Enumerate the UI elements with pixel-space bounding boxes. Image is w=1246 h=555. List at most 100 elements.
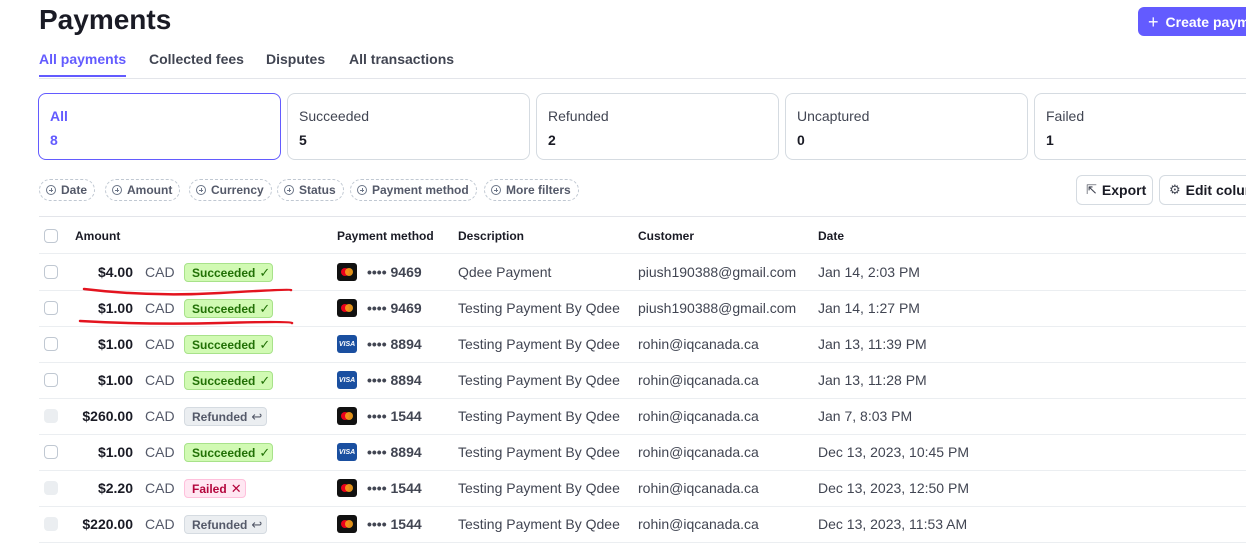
mastercard-icon — [337, 515, 357, 533]
plus-circle-icon — [491, 185, 501, 195]
status-label: Succeeded — [192, 445, 256, 460]
edit-columns-label: Edit columns — [1185, 182, 1246, 198]
table-row[interactable]: $1.00 CAD Succeeded ✓ VISA •••• 8894 Testing P… — [39, 362, 1246, 399]
card-last4: •••• 1544 — [367, 480, 422, 496]
refunded-icon: ↩ — [251, 516, 263, 532]
card-last4: •••• 1544 — [367, 408, 422, 424]
succeeded-icon: ✓ — [259, 444, 271, 460]
table-row[interactable]: $1.00 CAD Succeeded ✓ VISA •••• 8894 Testing P… — [39, 434, 1246, 471]
filter-more[interactable]: More filters — [484, 179, 579, 201]
select-all-checkbox[interactable] — [44, 229, 58, 243]
succeeded-icon: ✓ — [259, 264, 271, 280]
column-header-date[interactable]: Date — [818, 229, 844, 243]
status-label: Succeeded — [192, 301, 256, 316]
card-last4: •••• 9469 — [367, 264, 422, 280]
filter-amount[interactable]: Amount — [105, 179, 181, 201]
payment-date: Jan 7, 8:03 PM — [818, 408, 913, 424]
currency-code: CAD — [145, 444, 175, 460]
filter-label: Amount — [127, 183, 173, 197]
status-card-label: Refunded — [548, 108, 609, 124]
status-card-count: 0 — [797, 132, 805, 148]
status-card-failed[interactable]: Failed 1 — [1034, 93, 1246, 160]
failed-icon: ✕ — [230, 480, 242, 496]
status-card-count: 1 — [1046, 132, 1054, 148]
status-badge: Succeeded ✓ — [184, 263, 273, 282]
tab-all-transactions[interactable]: All transactions — [349, 51, 454, 75]
status-badge: Succeeded ✓ — [184, 371, 273, 390]
status-label: Succeeded — [192, 265, 256, 280]
column-header-amount[interactable]: Amount — [75, 229, 120, 243]
card-last4: •••• 8894 — [367, 372, 422, 388]
succeeded-icon: ✓ — [259, 372, 271, 388]
status-badge: Succeeded ✓ — [184, 443, 273, 462]
customer-email: piush190388@gmail.com — [638, 264, 797, 280]
status-badge: Refunded ↩ — [184, 407, 267, 426]
status-card-count: 5 — [299, 132, 307, 148]
status-label: Succeeded — [192, 373, 256, 388]
table-row[interactable]: $2.20 CAD Failed ✕ •••• 1544 Testing Payment … — [39, 470, 1246, 507]
tab-collected-fees[interactable]: Collected fees — [149, 51, 244, 75]
filter-status[interactable]: Status — [277, 179, 344, 201]
currency-code: CAD — [145, 264, 175, 280]
mastercard-icon — [337, 263, 357, 281]
status-badge: Succeeded ✓ — [184, 335, 273, 354]
customer-email: rohin@iqcanada.ca — [638, 444, 759, 460]
visa-card-icon: VISA — [337, 443, 357, 461]
column-header-description[interactable]: Description — [458, 229, 524, 243]
payment-date: Jan 13, 11:39 PM — [818, 336, 927, 352]
export-label: Export — [1101, 182, 1147, 198]
description-text: Testing Payment By Qdee — [458, 516, 620, 532]
customer-email: piush190388@gmail.com — [638, 300, 797, 316]
plus-circle-icon — [357, 185, 367, 195]
status-label: Refunded — [192, 517, 248, 532]
status-card-count: 2 — [548, 132, 556, 148]
status-card-label: Succeeded — [299, 108, 370, 124]
status-card-uncaptured[interactable]: Uncaptured 0 — [785, 93, 1028, 160]
tab-all-payments[interactable]: All payments — [39, 51, 127, 77]
plus-circle-icon — [46, 185, 56, 195]
filter-payment-method[interactable]: Payment method — [350, 179, 477, 201]
filter-date[interactable]: Date — [39, 179, 96, 201]
card-last4: •••• 8894 — [367, 336, 422, 352]
card-last4: •••• 1544 — [367, 516, 422, 532]
plus-circle-icon — [284, 185, 294, 195]
visa-card-icon: VISA — [337, 335, 357, 353]
amount-value: $1.00 — [97, 372, 133, 388]
column-header-customer[interactable]: Customer — [638, 229, 694, 243]
edit-columns-button[interactable]: ⚙ Edit columns — [1159, 175, 1246, 205]
export-button[interactable]: ⇱ Export — [1076, 175, 1153, 205]
customer-email: rohin@iqcanada.ca — [638, 480, 759, 496]
description-text: Testing Payment By Qdee — [458, 480, 620, 496]
filter-label: More filters — [506, 183, 571, 197]
currency-code: CAD — [145, 372, 175, 388]
customer-email: rohin@iqcanada.ca — [638, 372, 759, 388]
column-header-payment-method[interactable]: Payment method — [337, 229, 434, 243]
payment-date: Jan 13, 11:28 PM — [818, 372, 927, 388]
plus-circle-icon — [112, 185, 122, 195]
table-row[interactable]: $4.00 CAD Succeeded ✓ •••• 9469 Qdee Payment p… — [39, 254, 1246, 291]
status-card-all[interactable]: All 8 — [38, 93, 281, 160]
mastercard-icon — [337, 479, 357, 497]
payment-date: Dec 13, 2023, 10:45 PM — [818, 444, 969, 460]
table-row[interactable]: $260.00 CAD Refunded ↩ •••• 1544 Testing Paym… — [39, 398, 1246, 435]
table-row[interactable]: $220.00 CAD Refunded ↩ •••• 1544 Testing Paym… — [39, 506, 1246, 543]
create-payment-button[interactable]: + Create payment — [1138, 7, 1246, 36]
status-card-refunded[interactable]: Refunded 2 — [536, 93, 779, 160]
payment-date: Dec 13, 2023, 12:50 PM — [818, 480, 969, 496]
payment-date: Jan 14, 1:27 PM — [818, 300, 920, 316]
card-last4: •••• 8894 — [367, 444, 422, 460]
filter-currency[interactable]: Currency — [189, 179, 272, 201]
visa-card-icon: VISA — [337, 371, 357, 389]
refunded-icon: ↩ — [251, 408, 263, 424]
currency-code: CAD — [145, 516, 175, 532]
status-card-succeeded[interactable]: Succeeded 5 — [287, 93, 530, 160]
succeeded-icon: ✓ — [259, 300, 271, 316]
payments-tabs: All payments Collected fees Disputes All… — [39, 50, 1246, 79]
export-icon: ⇱ — [1086, 182, 1097, 197]
amount-value: $2.20 — [97, 480, 133, 496]
amount-value: $4.00 — [97, 264, 133, 280]
create-payment-label: Create payment — [1165, 13, 1246, 30]
table-row[interactable]: $1.00 CAD Succeeded ✓ •••• 9469 Testing Payme… — [39, 290, 1246, 327]
tab-disputes[interactable]: Disputes — [266, 51, 325, 75]
table-row[interactable]: $1.00 CAD Succeeded ✓ VISA •••• 8894 Testing P… — [39, 326, 1246, 363]
